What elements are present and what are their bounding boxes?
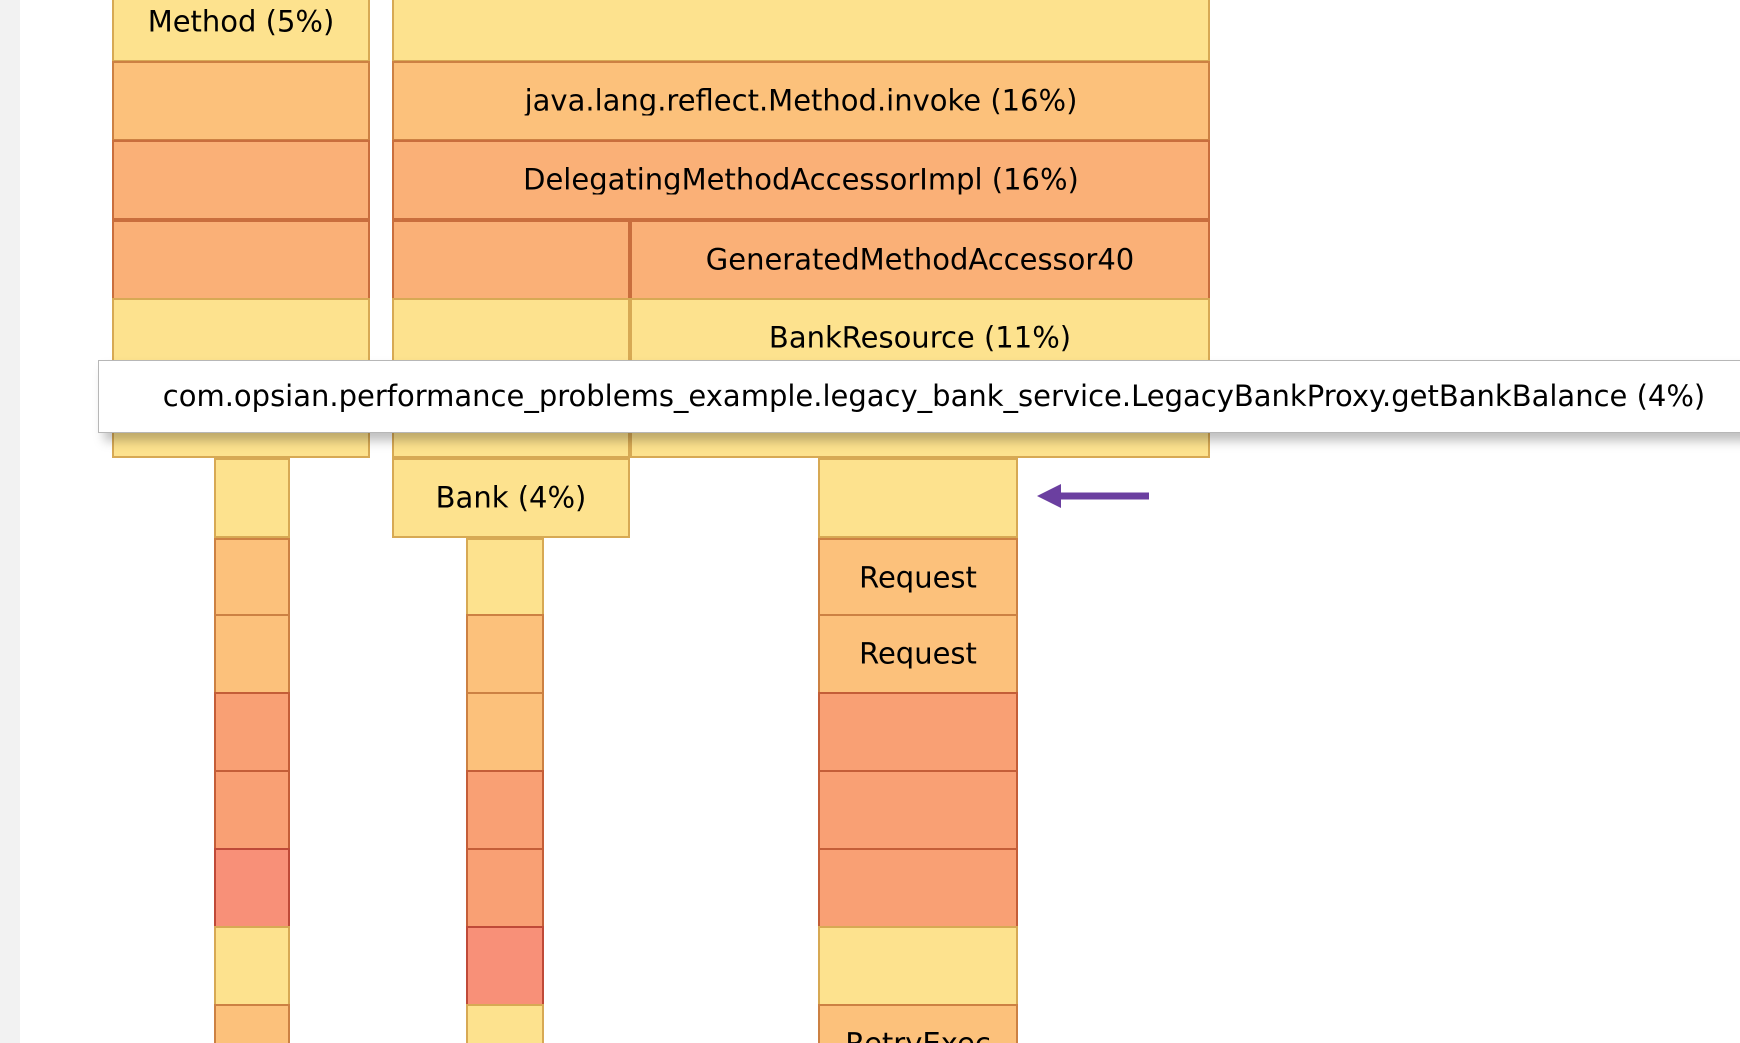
flame-frame[interactable]: RetryExec bbox=[818, 1004, 1018, 1043]
flame-frame[interactable] bbox=[392, 220, 630, 300]
flame-frame-label: DelegatingMethodAccessorImpl (16%) bbox=[523, 166, 1079, 195]
flame-frame[interactable] bbox=[214, 848, 290, 928]
flame-frame-label: GeneratedMethodAccessor40 bbox=[706, 246, 1134, 275]
flame-frame[interactable] bbox=[818, 926, 1018, 1006]
left-gutter bbox=[0, 0, 20, 1043]
tooltip-text: com.opsian.performance_problems_example.… bbox=[163, 379, 1705, 413]
flame-frame[interactable] bbox=[466, 692, 544, 772]
flame-frame[interactable]: DelegatingMethodAccessorImpl (16%) bbox=[392, 140, 1210, 220]
flame-frame[interactable] bbox=[214, 692, 290, 772]
flame-frame[interactable] bbox=[214, 770, 290, 850]
flame-frame[interactable]: Request bbox=[818, 538, 1018, 618]
flame-frame-label: BankResource (11%) bbox=[769, 324, 1071, 353]
flame-frame[interactable]: java.lang.reflect.Method.invoke (16%) bbox=[392, 61, 1210, 141]
flame-frame-label: Request bbox=[859, 640, 977, 669]
flame-frame[interactable] bbox=[466, 926, 544, 1006]
flame-frame-label: Request bbox=[859, 564, 977, 593]
flame-frame-label: java.lang.reflect.Method.invoke (16%) bbox=[525, 87, 1078, 116]
flame-frame[interactable] bbox=[112, 140, 370, 220]
flame-frame[interactable] bbox=[112, 220, 370, 300]
flame-frame[interactable]: GeneratedMethodAccessor40 bbox=[630, 220, 1210, 300]
flame-frame[interactable] bbox=[214, 538, 290, 618]
flame-frame[interactable] bbox=[818, 458, 1018, 538]
flame-frame-label: Bank (4%) bbox=[436, 484, 587, 513]
flame-frame[interactable] bbox=[466, 538, 544, 618]
flame-frame[interactable] bbox=[466, 1004, 544, 1043]
flame-frame-label: RetryExec bbox=[845, 1030, 991, 1043]
frame-tooltip: com.opsian.performance_problems_example.… bbox=[98, 360, 1740, 433]
flame-frame[interactable] bbox=[214, 614, 290, 694]
flame-frame[interactable] bbox=[818, 848, 1018, 928]
flame-frame[interactable] bbox=[466, 614, 544, 694]
flame-frame[interactable]: Bank (4%) bbox=[392, 458, 630, 538]
flame-frame[interactable] bbox=[392, 0, 1210, 62]
flame-frame[interactable] bbox=[818, 770, 1018, 850]
flame-frame[interactable]: Request bbox=[818, 614, 1018, 694]
flame-frame[interactable]: Method (5%) bbox=[112, 0, 370, 62]
flame-frame[interactable] bbox=[214, 1004, 290, 1043]
flame-frame[interactable] bbox=[214, 926, 290, 1006]
annotation-arrow-icon bbox=[1037, 476, 1157, 516]
flame-frame[interactable] bbox=[214, 458, 290, 538]
flame-frame[interactable] bbox=[818, 692, 1018, 772]
flame-frame[interactable] bbox=[112, 61, 370, 141]
flame-frame[interactable] bbox=[466, 770, 544, 850]
flame-frame[interactable] bbox=[466, 848, 544, 928]
flame-frame-label: Method (5%) bbox=[148, 8, 335, 37]
